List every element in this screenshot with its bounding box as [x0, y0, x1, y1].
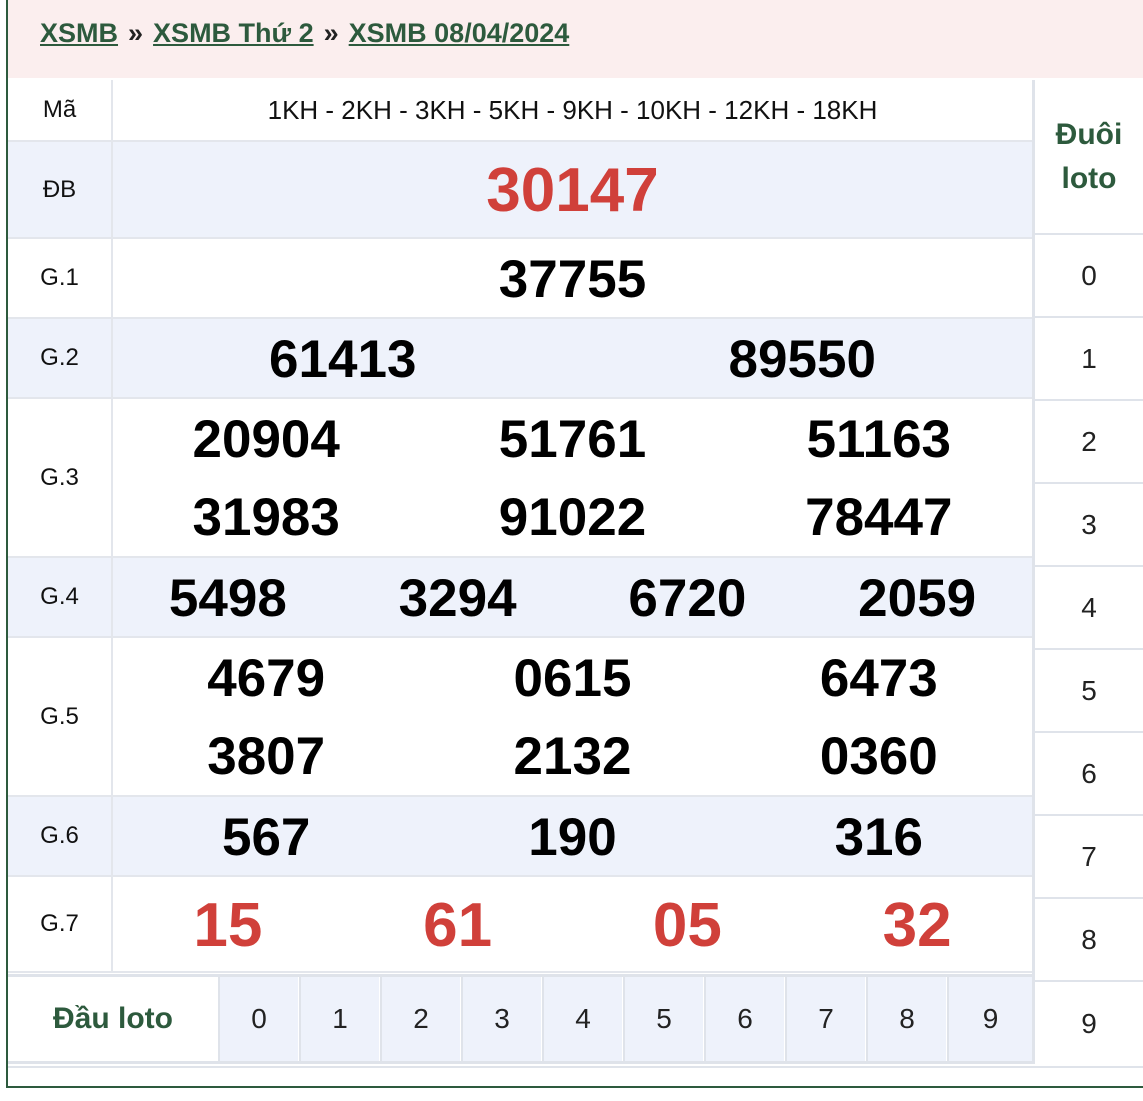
duoi-loto-digit[interactable]: 4 — [1035, 567, 1143, 650]
duoi-loto-digit[interactable]: 5 — [1035, 650, 1143, 733]
prize-label-g1: G.1 — [8, 239, 113, 317]
prize-number: 78447 — [805, 488, 953, 547]
dau-loto-digit[interactable]: 7 — [785, 977, 865, 1061]
bottom-divider — [8, 1066, 1143, 1068]
prize-row-g1: G.1 37755 — [8, 239, 1032, 319]
dau-loto-digit[interactable]: 1 — [299, 977, 379, 1061]
duoi-loto-digit[interactable]: 7 — [1035, 816, 1143, 899]
duoi-loto-digit[interactable]: 8 — [1035, 899, 1143, 982]
prize-number: 316 — [834, 808, 924, 867]
dau-loto-title: Đầu loto — [8, 977, 218, 1061]
prize-label-g3: G.3 — [8, 399, 113, 556]
prize-row-special: ĐB 30147 — [8, 142, 1032, 239]
prize-number: 0360 — [819, 727, 938, 786]
ticket-codes: 1KH - 2KH - 3KH - 5KH - 9KH - 10KH - 12K… — [267, 94, 878, 125]
prize-number: 2059 — [858, 569, 977, 628]
prize-number: 4679 — [207, 649, 326, 708]
prize-row-g6: G.6 567 190 316 — [8, 797, 1032, 877]
duoi-loto-digit[interactable]: 3 — [1035, 484, 1143, 567]
prize-number: 3294 — [398, 569, 517, 628]
prize-label-g2: G.2 — [8, 319, 113, 397]
duoi-loto-digit[interactable]: 2 — [1035, 401, 1143, 484]
dau-loto-digit[interactable]: 8 — [866, 977, 946, 1061]
breadcrumb-link-xsmb-date[interactable]: XSMB 08/04/2024 — [349, 18, 570, 48]
breadcrumb: XSMB » XSMB Thứ 2 » XSMB 08/04/2024 — [8, 0, 1143, 78]
prize-number: 51761 — [498, 410, 647, 469]
prize-row-g5: G.5 4679 0615 6473 3807 2132 0360 — [8, 638, 1032, 797]
duoi-loto-digit[interactable]: 0 — [1035, 235, 1143, 318]
prize-number: 20904 — [192, 410, 340, 469]
prize-number: 32 — [882, 891, 952, 960]
duoi-loto-title-line1: Đuôi — [1055, 118, 1123, 151]
prize-label-g6: G.6 — [8, 797, 113, 875]
prize-number: 37755 — [498, 250, 647, 309]
prize-row-g4: G.4 5498 3294 6720 2059 — [8, 558, 1032, 638]
duoi-loto-column: Đuôi loto 0 1 2 3 4 5 6 7 8 9 — [1032, 80, 1143, 1064]
dau-loto-digit[interactable]: 0 — [218, 977, 298, 1061]
special-prize-number: 30147 — [486, 156, 659, 225]
breadcrumb-separator: » — [323, 18, 339, 48]
duoi-loto-digit[interactable]: 1 — [1035, 318, 1143, 401]
prize-number: 51163 — [806, 410, 952, 469]
prize-label-g5: G.5 — [8, 638, 113, 795]
code-row: Mã 1KH - 2KH - 3KH - 5KH - 9KH - 10KH - … — [8, 80, 1032, 142]
dau-loto-digit[interactable]: 9 — [947, 977, 1032, 1061]
prize-row-g2: G.2 61413 89550 — [8, 319, 1032, 399]
prize-number: 05 — [652, 891, 722, 960]
dau-loto-row: Đầu loto 0 1 2 3 4 5 6 7 8 9 — [8, 974, 1032, 1064]
prize-number: 91022 — [498, 488, 647, 547]
prize-number: 61 — [423, 891, 493, 960]
duoi-loto-title-line2: loto — [1061, 161, 1117, 195]
dau-loto-digit[interactable]: 2 — [380, 977, 460, 1061]
duoi-loto-digit[interactable]: 6 — [1035, 733, 1143, 816]
dau-loto-digit[interactable]: 3 — [461, 977, 541, 1061]
prize-row-g3: G.3 20904 51761 51163 31983 91022 78447 — [8, 399, 1032, 558]
prize-number: 6473 — [819, 649, 938, 708]
duoi-loto-digit[interactable]: 9 — [1035, 982, 1143, 1065]
prize-number: 567 — [221, 808, 311, 867]
duoi-loto-title: Đuôi loto — [1035, 80, 1143, 235]
prize-number: 31983 — [192, 488, 340, 547]
prize-label-g4: G.4 — [8, 558, 113, 636]
breadcrumb-link-xsmb[interactable]: XSMB — [40, 18, 118, 48]
prize-label-special: ĐB — [8, 142, 113, 237]
prize-number: 190 — [528, 808, 617, 867]
dau-loto-digit[interactable]: 4 — [542, 977, 622, 1061]
breadcrumb-separator: » — [128, 18, 144, 48]
prize-number: 5498 — [168, 569, 287, 628]
prize-number: 6720 — [628, 569, 747, 628]
dau-loto-digit[interactable]: 5 — [623, 977, 703, 1061]
dau-loto-digit[interactable]: 6 — [704, 977, 784, 1061]
prize-number: 61413 — [269, 330, 417, 389]
prize-number: 0615 — [513, 649, 632, 708]
code-label: Mã — [8, 80, 113, 140]
prize-row-g7: G.7 15 61 05 32 — [8, 877, 1032, 973]
prize-label-g7: G.7 — [8, 877, 113, 971]
prize-number: 2132 — [513, 727, 632, 786]
prize-number: 15 — [193, 891, 263, 960]
prize-number: 3807 — [207, 727, 326, 786]
breadcrumb-link-xsmb-thu-2[interactable]: XSMB Thứ 2 — [153, 18, 314, 48]
prize-number: 89550 — [728, 330, 876, 389]
